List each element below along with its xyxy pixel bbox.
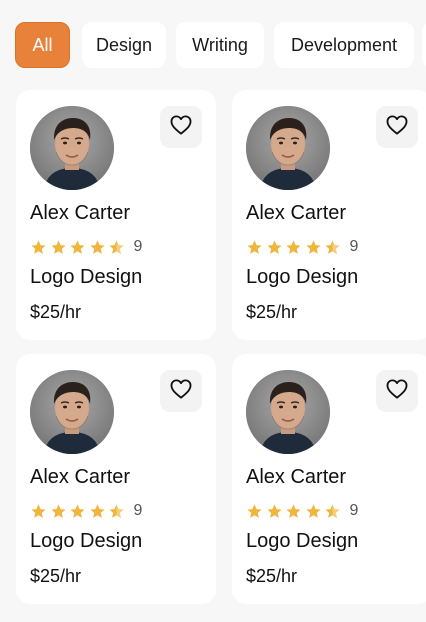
service-title: Logo Design [30, 530, 143, 552]
star-icon [89, 239, 105, 254]
star-icon [70, 239, 85, 254]
heart-outline-icon [386, 378, 408, 404]
rating: 9 [246, 502, 358, 520]
star-icon [286, 503, 301, 518]
filter-chip-writing[interactable]: Writing [176, 22, 264, 68]
star-icon [247, 239, 262, 254]
review-count: 9 [133, 238, 143, 255]
review-count: 9 [133, 502, 143, 519]
freelancer-card[interactable]: Alex Carter 9 Logo Design $25/hr [16, 354, 216, 604]
star-icon [31, 239, 46, 254]
service-title: Logo Design [246, 266, 359, 288]
heart-outline-icon [386, 114, 408, 140]
filter-chip-development[interactable]: Development [274, 22, 414, 68]
review-count: 9 [349, 502, 359, 519]
freelancer-card[interactable]: Alex Carter 9 Logo Design $25/hr [232, 354, 426, 604]
filter-chip-design[interactable]: Design [82, 22, 166, 68]
freelancer-card[interactable]: Alex Carter 9 Logo Design $25/hr [16, 90, 216, 340]
star-icon [109, 239, 124, 254]
hourly-rate: $25/hr [246, 302, 298, 322]
star-icon [305, 239, 321, 254]
favorite-button[interactable] [376, 106, 418, 148]
rating: 9 [30, 502, 142, 520]
star-rating [246, 239, 344, 256]
star-icon [325, 239, 340, 254]
star-icon [70, 503, 85, 518]
star-icon [31, 503, 46, 518]
hourly-rate: $25/hr [30, 566, 82, 586]
freelancer-name: Alex Carter [30, 466, 131, 488]
heart-outline-icon [170, 114, 192, 140]
star-icon [266, 503, 282, 518]
star-icon [50, 239, 66, 254]
star-icon [89, 503, 105, 518]
favorite-button[interactable] [376, 370, 418, 412]
star-icon [305, 503, 321, 518]
star-icon [286, 239, 301, 254]
filter-chip-all[interactable]: All [15, 22, 70, 68]
hourly-rate: $25/hr [246, 566, 298, 586]
favorite-button[interactable] [160, 106, 202, 148]
avatar [246, 370, 330, 454]
star-rating [246, 503, 344, 520]
star-icon [247, 503, 262, 518]
service-title: Logo Design [246, 530, 359, 552]
freelancer-name: Alex Carter [246, 202, 347, 224]
freelancer-name: Alex Carter [30, 202, 131, 224]
star-icon [109, 503, 124, 518]
star-icon [325, 503, 340, 518]
avatar [30, 370, 114, 454]
rating: 9 [246, 238, 358, 256]
star-icon [50, 503, 66, 518]
favorite-button[interactable] [160, 370, 202, 412]
filter-chip-partial[interactable] [422, 22, 426, 68]
heart-outline-icon [170, 378, 192, 404]
freelancer-card[interactable]: Alex Carter 9 Logo Design $25/hr [232, 90, 426, 340]
category-filter-bar: All Design Writing Development [0, 22, 426, 70]
hourly-rate: $25/hr [30, 302, 82, 322]
freelancer-name: Alex Carter [246, 466, 347, 488]
star-icon [266, 239, 282, 254]
star-rating [30, 503, 128, 520]
avatar [30, 106, 114, 190]
star-rating [30, 239, 128, 256]
service-title: Logo Design [30, 266, 143, 288]
review-count: 9 [349, 238, 359, 255]
rating: 9 [30, 238, 142, 256]
avatar [246, 106, 330, 190]
